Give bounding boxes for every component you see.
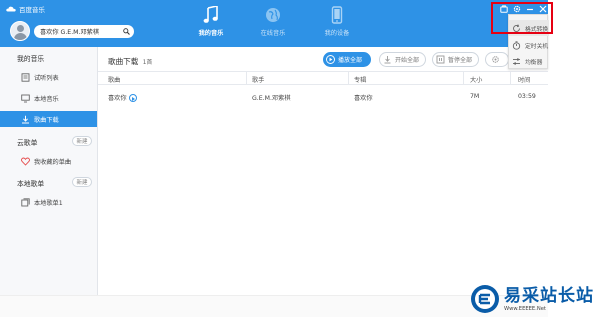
sidebar-item-label: 我收藏的单曲: [34, 158, 72, 166]
download-arrow-icon: [384, 56, 391, 64]
menu-item-label: 均衡器: [525, 59, 543, 66]
heart-icon: [21, 157, 30, 166]
start-all-button[interactable]: 开始全部: [379, 52, 427, 67]
sidebar: 我的音乐 试听列表 本地音乐 歌曲下载 云歌单 新建 我收藏的单曲 本地歌单 新…: [0, 47, 98, 295]
app-title-text: 百度音乐: [19, 6, 45, 14]
download-icon: [22, 115, 29, 123]
artist-cell[interactable]: G.E.M.邓紫棋: [252, 93, 291, 102]
sidebar-item-label: 本地歌单1: [34, 199, 63, 207]
watermark-title: 易采站长站: [504, 285, 594, 306]
play-circle-icon: [326, 55, 335, 64]
sidebar-item-local-music[interactable]: 本地音乐: [0, 90, 97, 106]
avatar[interactable]: [10, 21, 30, 41]
monitor-icon: [21, 94, 30, 102]
menu-item-equalizer[interactable]: 均衡器: [509, 53, 549, 69]
column-header-song[interactable]: 歌曲: [108, 75, 120, 84]
size-cell: 7M: [470, 93, 480, 100]
sidebar-item-favorite-songs[interactable]: 我收藏的单曲: [0, 153, 97, 169]
song-cell: 喜欢你: [108, 93, 137, 102]
user-box: 喜欢你 G.E.M.邓紫棋: [10, 21, 134, 41]
player-bar: [0, 295, 548, 317]
nav-online-music[interactable]: 在线音乐: [251, 6, 295, 37]
sidebar-item-label: 歌曲下载: [34, 116, 59, 124]
nav-label: 我的音乐: [198, 30, 224, 37]
column-header-time[interactable]: 时间: [518, 75, 530, 84]
globe-icon: [266, 8, 280, 22]
now-playing-text: 喜欢你 G.E.M.邓紫棋: [40, 29, 100, 36]
new-cloud-playlist-button[interactable]: 新建: [72, 136, 92, 146]
list-icon: [21, 72, 30, 82]
table-row[interactable]: 喜欢你 G.E.M.邓紫棋 喜欢你 7M 03:59: [98, 90, 548, 104]
mv-play-icon[interactable]: [128, 94, 137, 102]
album-cell[interactable]: 喜欢你: [354, 93, 373, 102]
watermark-url: Www.EEEEE.Net: [504, 305, 546, 312]
nav-label: 我的设备: [324, 30, 350, 37]
column-divider: [348, 72, 349, 85]
new-local-playlist-button[interactable]: 新建: [72, 177, 92, 187]
main-panel: 歌曲下载 1首 播放全部 开始全部 暂停全部 歌曲 歌手 专辑 大小 时间 喜欢…: [98, 47, 548, 295]
gear-icon: [492, 56, 499, 63]
sidebar-item-trial-list[interactable]: 试听列表: [0, 69, 97, 85]
time-cell: 03:59: [518, 93, 536, 100]
sidebar-item-song-download[interactable]: 歌曲下载: [0, 111, 97, 127]
song-title: 喜欢你: [108, 95, 127, 102]
pause-all-label: 暂停全部: [448, 57, 473, 64]
column-divider: [463, 72, 464, 85]
download-settings-button[interactable]: [485, 52, 509, 67]
play-all-label: 播放全部: [338, 57, 363, 64]
sidebar-section-local-playlists: 本地歌单: [17, 180, 45, 188]
site-watermark: 易采站长站 Www.EEEEE.Net: [470, 283, 604, 315]
song-count: 1首: [142, 60, 153, 66]
column-header-size[interactable]: 大小: [470, 75, 482, 84]
nav-my-music[interactable]: 我的音乐: [189, 6, 233, 37]
menu-item-label: 定时关机: [525, 43, 549, 50]
pause-icon: [436, 55, 445, 64]
site-logo-icon: [471, 285, 499, 313]
page-title-text: 歌曲下载: [108, 57, 139, 66]
column-divider: [510, 72, 511, 85]
equalizer-icon: [513, 57, 520, 65]
page-title: 歌曲下载 1首: [108, 56, 152, 67]
timer-icon: [512, 40, 521, 50]
menu-item-timed-shutdown[interactable]: 定时关机: [509, 37, 549, 53]
red-highlight-box: [491, 2, 553, 34]
sidebar-section-my-music: 我的音乐: [17, 55, 45, 63]
nav-label: 在线音乐: [260, 30, 286, 37]
sidebar-item-label: 本地音乐: [34, 95, 59, 103]
search-icon[interactable]: [123, 28, 130, 35]
music-note-icon: [203, 6, 218, 23]
play-all-button[interactable]: 播放全部: [323, 52, 371, 67]
phone-icon: [331, 6, 343, 24]
playlist-icon: [21, 197, 30, 206]
sidebar-section-cloud-playlists: 云歌单: [17, 139, 38, 147]
now-playing-search-box[interactable]: 喜欢你 G.E.M.邓紫棋: [34, 25, 134, 38]
column-header-album[interactable]: 专辑: [354, 75, 366, 84]
pause-all-button[interactable]: 暂停全部: [432, 52, 480, 67]
sidebar-item-local-playlist-1[interactable]: 本地歌单1: [0, 194, 97, 210]
nav-my-devices[interactable]: 我的设备: [315, 6, 359, 37]
table-header: 歌曲 歌手 专辑 大小 时间: [98, 71, 548, 85]
column-header-artist[interactable]: 歌手: [252, 75, 264, 84]
header-bar: 百度音乐 喜欢你 G.E.M.邓紫棋 我的音乐 在线音乐 我的设备: [0, 0, 548, 47]
cloud-logo-icon: [6, 6, 16, 12]
app-title: 百度音乐: [6, 4, 45, 14]
music-app-window: 百度音乐 喜欢你 G.E.M.邓紫棋 我的音乐 在线音乐 我的设备 我的音乐 试…: [0, 0, 548, 317]
start-all-label: 开始全部: [395, 57, 420, 64]
sidebar-item-label: 试听列表: [34, 74, 59, 82]
column-divider: [246, 72, 247, 85]
